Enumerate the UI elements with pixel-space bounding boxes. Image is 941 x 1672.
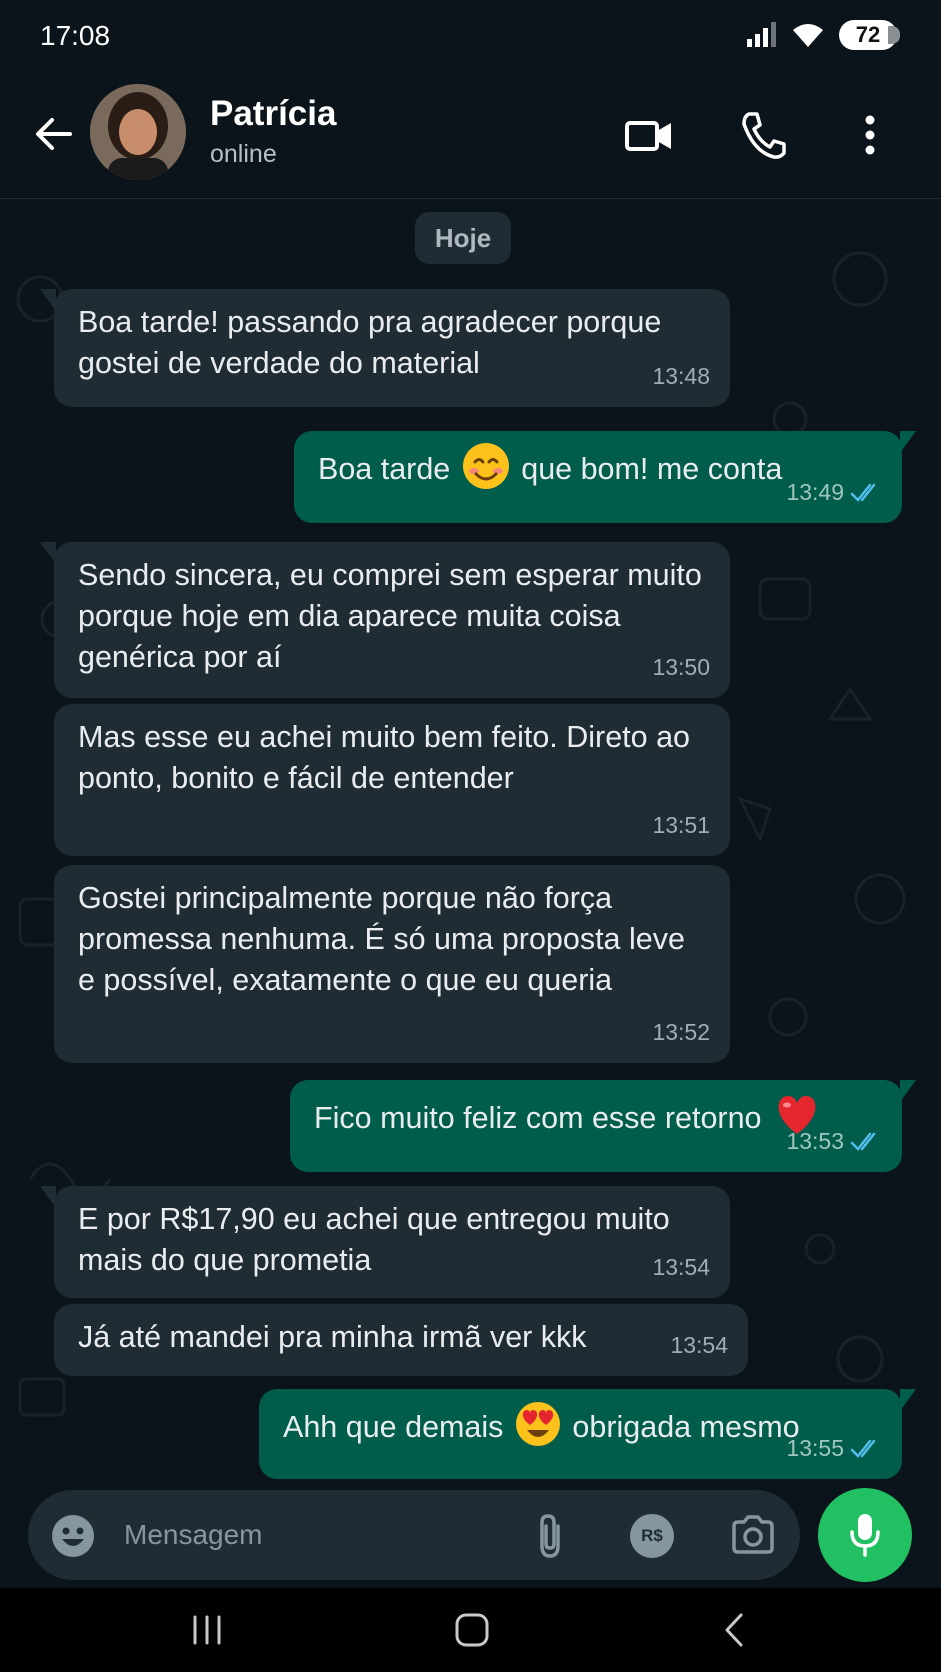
chat-header: Patrícia online [0,76,941,199]
message-meta: 13:52 [652,1012,710,1053]
phone-call-icon[interactable] [740,110,786,160]
message-meta: 13:48 [652,356,710,397]
battery-indicator: 72 [839,20,900,50]
message-bubble[interactable]: Gostei principalmente porque não força p… [54,865,730,1063]
video-call-icon[interactable] [624,110,674,160]
message-meta: 13:51 [652,805,710,846]
status-time: 17:08 [40,20,111,51]
message-meta: 13:53 [786,1121,882,1162]
message-bubble[interactable]: E por R$17,90 eu achei que entregou muit… [40,1186,730,1298]
message-text: que bom! me conta [521,452,783,486]
message-meta: 13:54 [670,1325,728,1366]
message-text: Boa tarde! passando pra agradecer porque… [78,305,662,380]
message-text: Mas esse eu achei muito bem feito. Diret… [78,720,690,795]
home-icon[interactable] [454,1612,490,1648]
message-text: Já até mandei pra minha irmã ver kkk [78,1320,587,1354]
message-meta: 13:54 [652,1247,710,1288]
signal-icon [747,22,776,47]
payment-button[interactable]: R$ [630,1514,674,1558]
contact-name[interactable]: Patrícia [210,94,336,134]
message-text: Sendo sincera, eu comprei sem esperar mu… [78,558,702,674]
heart-eyes-face-emoji-icon [515,1401,560,1446]
back-arrow-icon[interactable] [34,114,74,154]
chat-area[interactable]: Hoje Boa tarde! passando pra agradecer p… [0,199,941,1489]
emoji-icon[interactable] [50,1513,96,1559]
message-time: 13:54 [652,1254,710,1280]
microphone-icon [850,1514,880,1557]
message-bubble[interactable]: Sendo sincera, eu comprei sem esperar mu… [40,542,730,698]
message-bubble[interactable]: Boa tarde que bom! me conta 13:49 [294,431,916,523]
wifi-icon [793,24,823,47]
date-divider: Hoje [415,212,511,264]
message-text: obrigada mesmo [572,1410,800,1444]
voice-record-button[interactable] [818,1488,912,1582]
message-text: Ahh que demais [283,1410,504,1444]
message-time: 13:54 [670,1332,728,1358]
message-meta: 13:49 [786,472,882,513]
status-bar: 17:08 72 [0,0,941,76]
message-text: E por R$17,90 eu achei que entregou muit… [78,1202,670,1277]
message-time: 13:50 [652,654,710,680]
smiling-face-emoji-icon [462,442,509,489]
system-navigation-bar [0,1588,941,1672]
message-bubble[interactable]: Fico muito feliz com esse retorno 13:53 [290,1080,916,1172]
message-text: Fico muito feliz com esse retorno [314,1101,762,1135]
message-bubble[interactable]: Já até mandei pra minha irmã ver kkk 13:… [54,1304,748,1376]
battery-level: 72 [855,22,881,47]
message-time: 13:49 [786,479,844,505]
message-time: 13:55 [786,1435,844,1461]
currency-label: R$ [641,1526,663,1545]
message-text: Gostei principalmente porque não força p… [78,881,685,997]
recent-apps-icon[interactable] [190,1614,224,1646]
message-time: 13:51 [652,812,710,838]
contact-avatar[interactable] [90,84,186,180]
message-input[interactable]: Mensagem [124,1490,263,1580]
message-meta: 13:55 [786,1428,882,1469]
attach-icon[interactable] [534,1512,568,1560]
message-bubble[interactable]: Boa tarde! passando pra agradecer porque… [40,289,730,407]
read-receipt-icon [850,1439,876,1458]
message-input-bar: Mensagem R$ [28,1490,800,1580]
message-bubble[interactable]: Ahh que demais obrigada mesmo 13:55 [259,1389,916,1479]
message-time: 13:52 [652,1019,710,1045]
contact-status: online [210,140,277,168]
read-receipt-icon [850,1132,876,1151]
message-text: Boa tarde [318,452,451,486]
camera-icon[interactable] [730,1514,776,1556]
message-time: 13:53 [786,1128,844,1154]
message-meta: 13:50 [652,647,710,688]
message-bubble[interactable]: Mas esse eu achei muito bem feito. Diret… [54,704,730,856]
message-time: 13:48 [652,363,710,389]
more-options-icon[interactable] [860,110,880,160]
status-icons: 72 [745,20,900,50]
back-nav-icon[interactable] [722,1612,746,1648]
read-receipt-icon [850,483,876,502]
